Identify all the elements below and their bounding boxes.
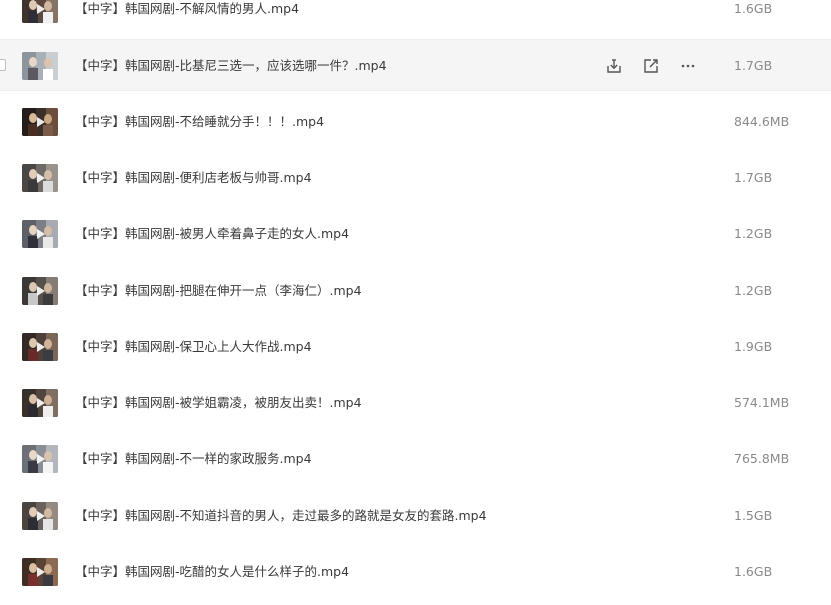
more-button[interactable] (677, 55, 699, 77)
file-name[interactable]: 【中字】韩国网剧-比基尼三选一，应该选哪一件？.mp4 (75, 57, 387, 75)
video-thumbnail-image (22, 276, 58, 305)
file-row-5[interactable]: 【中字】韩国网剧-被男人牵着鼻子走的女人.mp4 1.2GB (0, 208, 831, 261)
file-name[interactable]: 【中字】韩国网剧-被学姐霸凌，被朋友出卖！.mp4 (75, 394, 362, 412)
video-thumbnail-image (22, 107, 58, 136)
file-row-9[interactable]: 【中字】韩国网剧-不一样的家政服务.mp4 765.8MB (0, 433, 831, 486)
file-list: 【中字】韩国网剧-不解风情的男人.mp4 1.6GB 【中字】韩国网剧-比基尼三… (0, 0, 831, 605)
video-thumbnail-image (22, 0, 58, 23)
file-name[interactable]: 【中字】韩国网剧-便利店老板与帅哥.mp4 (75, 169, 312, 187)
file-row-6[interactable]: 【中字】韩国网剧-把腿在伸开一点（李海仁）.mp4 1.2GB (0, 264, 831, 317)
file-size: 1.2GB (734, 282, 773, 298)
share-button[interactable] (640, 55, 662, 77)
video-thumbnail (22, 389, 58, 418)
file-row-3[interactable]: 【中字】韩国网剧-不给睡就分手！！！.mp4 844.6MB (0, 95, 831, 148)
video-thumbnail-image (22, 389, 58, 418)
file-name[interactable]: 【中字】韩国网剧-把腿在伸开一点（李海仁）.mp4 (75, 282, 362, 300)
more-icon (681, 64, 695, 68)
video-thumbnail (22, 163, 58, 192)
file-row-1[interactable]: 【中字】韩国网剧-不解风情的男人.mp4 1.6GB (0, 0, 831, 35)
video-thumbnail-image (22, 163, 58, 192)
file-size: 1.7GB (734, 169, 773, 185)
file-size: 1.6GB (734, 1, 773, 16)
file-size: 1.2GB (734, 226, 773, 242)
video-thumbnail (22, 276, 58, 305)
video-thumbnail (22, 332, 58, 361)
file-name[interactable]: 【中字】韩国网剧-不解风情的男人.mp4 (75, 0, 299, 18)
file-size: 1.9GB (734, 338, 773, 354)
file-row-11[interactable]: 【中字】韩国网剧-吃醋的女人是什么样子的.mp4 1.6GB (0, 546, 831, 598)
file-size: 1.7GB (734, 58, 773, 74)
video-thumbnail-image (22, 445, 58, 474)
file-row-7[interactable]: 【中字】韩国网剧-保卫心上人大作战.mp4 1.9GB (0, 320, 831, 373)
download-icon (607, 59, 621, 73)
video-thumbnail (22, 107, 58, 136)
video-thumbnail-image (22, 558, 58, 586)
file-size: 1.5GB (734, 507, 773, 523)
share-icon (644, 59, 658, 73)
download-button[interactable] (603, 55, 625, 77)
file-row-10[interactable]: 【中字】韩国网剧-不知道抖音的男人，走过最多的路就是女友的套路.mp4 1.5G… (0, 489, 831, 542)
video-thumbnail-image (22, 332, 58, 361)
video-thumbnail-image (22, 501, 58, 530)
video-thumbnail-image (22, 52, 58, 81)
file-name[interactable]: 【中字】韩国网剧-被男人牵着鼻子走的女人.mp4 (75, 225, 349, 243)
row-actions (603, 55, 699, 77)
file-row-4[interactable]: 【中字】韩国网剧-便利店老板与帅哥.mp4 1.7GB (0, 151, 831, 204)
video-thumbnail (22, 52, 58, 81)
file-size: 844.6MB (734, 113, 790, 129)
file-size: 765.8MB (734, 451, 790, 467)
row-checkbox[interactable] (0, 59, 6, 72)
file-name[interactable]: 【中字】韩国网剧-不知道抖音的男人，走过最多的路就是女友的套路.mp4 (75, 507, 487, 525)
file-row-2[interactable]: 【中字】韩国网剧-比基尼三选一，应该选哪一件？.mp4 1.7GB (0, 39, 831, 92)
video-thumbnail (22, 0, 58, 23)
file-row-8[interactable]: 【中字】韩国网剧-被学姐霸凌，被朋友出卖！.mp4 574.1MB (0, 377, 831, 430)
video-thumbnail (22, 501, 58, 530)
file-name[interactable]: 【中字】韩国网剧-不一样的家政服务.mp4 (75, 450, 312, 468)
video-thumbnail (22, 558, 58, 586)
video-thumbnail-image (22, 220, 58, 249)
file-size: 574.1MB (734, 395, 790, 411)
video-thumbnail (22, 445, 58, 474)
file-name[interactable]: 【中字】韩国网剧-不给睡就分手！！！.mp4 (75, 113, 324, 131)
video-thumbnail (22, 220, 58, 249)
file-size: 1.6GB (734, 564, 773, 579)
file-name[interactable]: 【中字】韩国网剧-吃醋的女人是什么样子的.mp4 (75, 563, 349, 581)
file-name[interactable]: 【中字】韩国网剧-保卫心上人大作战.mp4 (75, 338, 312, 356)
